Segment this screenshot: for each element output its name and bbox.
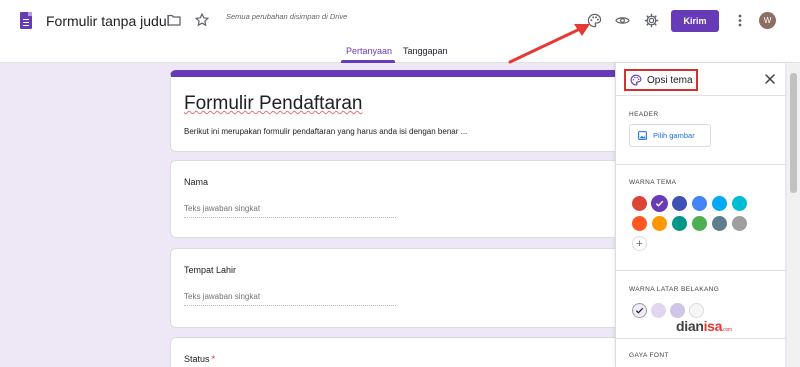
theme-color-swatch[interactable] bbox=[692, 196, 707, 211]
tab-tanggapan[interactable]: Tanggapan bbox=[403, 46, 448, 56]
background-color-swatch[interactable] bbox=[632, 303, 647, 318]
theme-color-swatch[interactable] bbox=[712, 216, 727, 231]
gear-icon[interactable] bbox=[643, 12, 659, 28]
section-divider bbox=[616, 338, 786, 339]
send-button[interactable]: Kirim bbox=[671, 10, 719, 32]
form-title[interactable]: Formulir Pendaftaran bbox=[184, 93, 362, 115]
scrollbar-thumb[interactable] bbox=[790, 73, 797, 193]
question-card-nama[interactable]: Nama Teks jawaban singkat bbox=[170, 160, 630, 238]
question-card-status[interactable]: Status * bbox=[170, 337, 630, 367]
question-label: Status * bbox=[184, 354, 216, 364]
site-watermark: dianisa.com bbox=[676, 318, 732, 334]
save-status-text: Semua perubahan disimpan di Drive bbox=[226, 12, 348, 21]
theme-color-swatch[interactable] bbox=[632, 216, 647, 231]
background-color-swatch[interactable] bbox=[689, 303, 704, 318]
choose-image-button[interactable]: Pilih gambar bbox=[629, 124, 711, 147]
avatar[interactable]: W bbox=[759, 12, 776, 29]
form-title-card[interactable]: Formulir Pendaftaran Berikut ini merupak… bbox=[170, 70, 630, 152]
folder-icon[interactable] bbox=[166, 12, 182, 28]
theme-color-swatch[interactable] bbox=[632, 196, 647, 211]
top-bar: Formulir tanpa judul Semua perubahan dis… bbox=[0, 0, 800, 63]
image-icon bbox=[638, 131, 647, 140]
panel-title: Opsi tema bbox=[647, 74, 693, 86]
background-color-swatch[interactable] bbox=[651, 303, 666, 318]
palette-icon bbox=[630, 74, 642, 86]
theme-color-swatch[interactable] bbox=[692, 216, 707, 231]
close-icon[interactable] bbox=[764, 72, 778, 86]
choose-image-label: Pilih gambar bbox=[653, 131, 695, 140]
theme-color-swatch[interactable] bbox=[672, 196, 687, 211]
theme-color-swatch[interactable] bbox=[732, 196, 747, 211]
theme-color-label: WARNA TEMA bbox=[629, 179, 677, 186]
background-color-label: WARNA LATAR BELAKANG bbox=[629, 286, 720, 293]
question-label: Nama bbox=[184, 177, 209, 187]
question-card-tempat-lahir[interactable]: Tempat Lahir Teks jawaban singkat bbox=[170, 248, 630, 328]
form-name-title[interactable]: Formulir tanpa judul bbox=[46, 13, 170, 29]
short-answer-placeholder: Teks jawaban singkat bbox=[184, 292, 396, 306]
panel-title-highlight: Opsi tema bbox=[624, 69, 698, 91]
theme-color-swatch[interactable] bbox=[732, 216, 747, 231]
more-vert-icon[interactable] bbox=[734, 12, 746, 28]
question-label: Tempat Lahir bbox=[184, 265, 237, 275]
page-scrollbar[interactable] bbox=[787, 63, 800, 367]
section-divider bbox=[616, 164, 786, 165]
form-doc-icon[interactable] bbox=[20, 12, 32, 29]
background-color-swatch[interactable] bbox=[670, 303, 685, 318]
add-custom-color-button[interactable]: + bbox=[632, 236, 647, 251]
panel-header: Opsi tema bbox=[616, 63, 786, 96]
section-divider bbox=[616, 270, 786, 271]
theme-color-swatch[interactable] bbox=[672, 216, 687, 231]
theme-color-swatch[interactable] bbox=[712, 196, 727, 211]
star-icon[interactable] bbox=[194, 12, 210, 28]
font-style-label: GAYA FONT bbox=[629, 352, 669, 359]
form-description[interactable]: Berikut ini merupakan formulir pendaftar… bbox=[184, 127, 467, 136]
header-section-label: HEADER bbox=[629, 111, 659, 118]
required-mark: * bbox=[211, 354, 216, 364]
tab-pertanyaan[interactable]: Pertanyaan bbox=[346, 46, 392, 56]
theme-color-swatch[interactable] bbox=[651, 195, 668, 212]
eye-icon[interactable] bbox=[614, 12, 630, 28]
theme-color-swatch[interactable] bbox=[652, 216, 667, 231]
short-answer-placeholder: Teks jawaban singkat bbox=[184, 204, 396, 218]
annotation-arrow bbox=[508, 24, 590, 64]
